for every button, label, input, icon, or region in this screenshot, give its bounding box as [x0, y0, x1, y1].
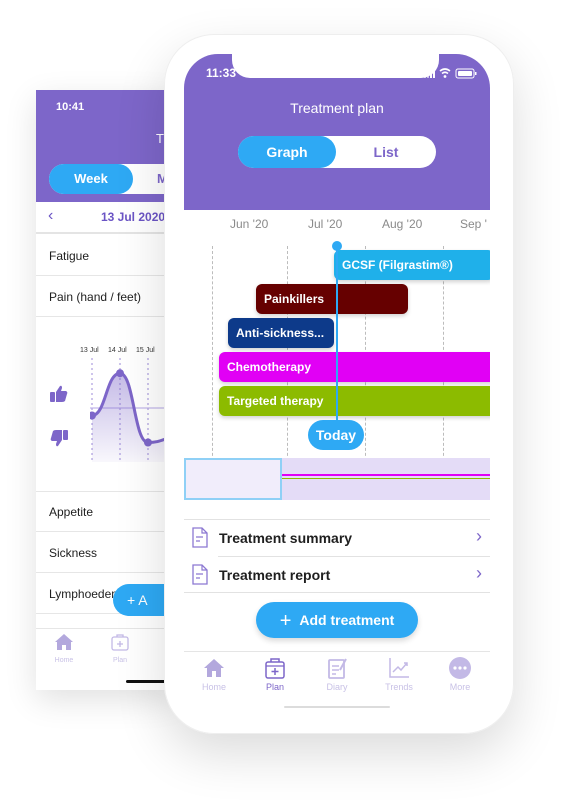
- period-segmented-control: Week M: [49, 164, 176, 194]
- treatment-bar-gcsf[interactable]: GCSF (Filgrastim®): [334, 250, 490, 280]
- more-icon: [449, 657, 471, 679]
- back-header: 10:41 T Week M: [36, 90, 176, 202]
- tab-trends[interactable]: Trends: [374, 656, 424, 692]
- header: 11:33 Treatment plan Graph List: [184, 54, 490, 210]
- symptom-label: Fatigue: [49, 249, 90, 263]
- symptom-label: Pain (hand / feet): [49, 290, 142, 304]
- home-icon: [204, 659, 224, 677]
- today-marker-handle[interactable]: [332, 241, 342, 251]
- status-time: 10:41: [56, 101, 85, 113]
- timeline-overview[interactable]: [184, 458, 490, 500]
- chart-data-point: [144, 438, 152, 447]
- battery-icon: [455, 68, 477, 79]
- tab-plan[interactable]: Plan: [250, 656, 300, 692]
- tab-plan[interactable]: Plan: [100, 633, 140, 664]
- symptom-row-sickness[interactable]: Sickness: [36, 533, 176, 573]
- medical-kit-icon: [111, 634, 129, 651]
- chevron-right-icon: ›: [476, 563, 482, 583]
- link-treatment-summary[interactable]: Treatment summary ›: [184, 520, 490, 556]
- symptom-label: Sickness: [49, 546, 98, 560]
- tab-label: Trends: [385, 682, 413, 692]
- tab-more[interactable]: More: [435, 656, 485, 692]
- front-phone: 11:33 Treatment plan Graph List Jun '20 …: [164, 34, 514, 734]
- back-phone-screen: 10:41 T Week M ‹ 13 Jul 2020 Fatigue Pai…: [36, 90, 176, 690]
- trends-icon: [389, 658, 409, 678]
- screen-title: T: [156, 131, 164, 146]
- medical-kit-icon: [265, 658, 285, 679]
- month-label: Sep ': [460, 217, 487, 231]
- front-phone-screen: 11:33 Treatment plan Graph List Jun '20 …: [184, 54, 490, 710]
- date-label: 13 Jul 2020: [101, 210, 166, 224]
- document-icon: [192, 564, 208, 585]
- date-navigator: ‹ 13 Jul 2020: [36, 202, 176, 234]
- divider: [184, 592, 490, 593]
- add-treatment-label: Add treatment: [299, 612, 395, 628]
- status-time: 11:33: [206, 66, 237, 80]
- treatment-bar-chemotherapy[interactable]: Chemotherapy: [219, 352, 490, 382]
- tab-label: Home: [201, 682, 226, 692]
- treatment-timeline[interactable]: Jun '20 Jul '20 Aug '20 Sep ' GCSF (Filg…: [184, 210, 490, 500]
- treatment-bar-anti-sickness[interactable]: Anti-sickness...: [228, 318, 334, 348]
- x-tick-label: 14 Jul: [108, 347, 127, 354]
- notch: [232, 54, 439, 78]
- overview-viewport-handle[interactable]: [184, 458, 282, 500]
- document-icon: [192, 527, 208, 548]
- symptom-row-pain[interactable]: Pain (hand / feet): [36, 277, 176, 317]
- chevron-left-icon[interactable]: ‹: [48, 207, 53, 225]
- home-indicator: [284, 706, 390, 708]
- page-title: Treatment plan: [290, 100, 384, 116]
- diary-icon: [328, 658, 347, 679]
- x-tick-label: 15 Jul: [136, 347, 155, 354]
- segment-week[interactable]: Week: [49, 164, 133, 194]
- tab-label: Home: [54, 657, 74, 664]
- month-label: Aug '20: [382, 217, 423, 231]
- month-label: Jun '20: [230, 217, 269, 231]
- tab-label: More: [449, 682, 471, 692]
- x-tick-label: 13 Jul: [80, 347, 99, 354]
- month-label: Jul '20: [308, 217, 343, 231]
- symptom-row-fatigue[interactable]: Fatigue: [36, 236, 176, 276]
- symptom-row-appetite[interactable]: Appetite: [36, 492, 176, 532]
- gridline: [212, 246, 213, 466]
- symptom-chart: 13 Jul 14 Jul 15 Jul: [36, 318, 176, 492]
- chart-data-point: [116, 369, 124, 378]
- tab-label: Plan: [112, 657, 127, 664]
- chevron-right-icon: ›: [476, 526, 482, 546]
- status-icons: [424, 68, 477, 79]
- tab-bar: Home Plan Diary Trends More: [184, 651, 490, 710]
- signal-icon: [424, 69, 435, 78]
- thumbs-up-icon: [50, 385, 68, 402]
- tab-diary[interactable]: Diary: [312, 656, 362, 692]
- today-marker-line: [336, 246, 338, 422]
- today-button[interactable]: Today: [308, 420, 364, 450]
- tab-label: Diary: [326, 682, 348, 692]
- tab-label: Plan: [265, 682, 284, 692]
- wifi-icon: [439, 68, 451, 78]
- thumbs-down-icon: [50, 430, 68, 447]
- home-icon: [55, 634, 73, 650]
- treatment-bar-painkillers[interactable]: Painkillers: [256, 284, 408, 314]
- link-label: Treatment report: [219, 567, 331, 583]
- view-segmented-control: Graph List: [238, 136, 436, 168]
- link-label: Treatment summary: [219, 530, 353, 546]
- plus-icon: +: [279, 610, 292, 632]
- segment-list[interactable]: List: [336, 136, 436, 168]
- tab-home[interactable]: Home: [189, 656, 239, 692]
- treatment-bar-targeted-therapy[interactable]: Targeted therapy: [219, 386, 490, 416]
- add-treatment-button[interactable]: + Add treatment: [256, 602, 418, 638]
- link-treatment-report[interactable]: Treatment report ›: [184, 557, 490, 593]
- tab-home[interactable]: Home: [44, 633, 84, 664]
- segment-graph[interactable]: Graph: [238, 136, 336, 168]
- symptom-label: Appetite: [49, 505, 94, 519]
